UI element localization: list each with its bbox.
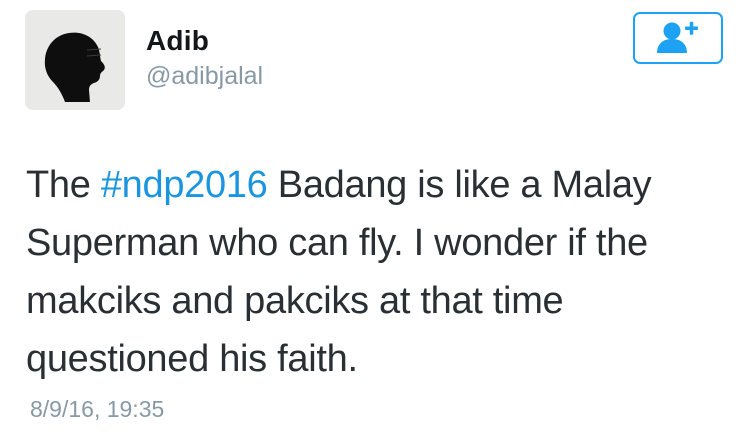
tweet-line-4: questioned his faith. [26, 338, 358, 380]
tweet-timestamp[interactable]: 8/9/16, 19:35 [30, 394, 164, 424]
avatar[interactable] [25, 10, 125, 110]
profile-silhouette-icon [25, 10, 125, 110]
user-handle[interactable]: @adibjalal [146, 60, 263, 92]
tweet-text-segment: The [26, 164, 101, 206]
hashtag-link[interactable]: #ndp2016 [101, 164, 268, 206]
tweet-card: Adib @adibjalal The #ndp2016 Badang is l… [0, 0, 750, 446]
tweet-line-1: The #ndp2016 Badang is like a Malay [26, 156, 726, 214]
tweet-text: The #ndp2016 Badang is like a Malay Supe… [26, 156, 726, 388]
follow-button[interactable] [633, 12, 723, 64]
tweet-text-segment: Badang is like a Malay [267, 164, 652, 206]
display-name[interactable]: Adib [146, 24, 263, 58]
tweet-line-2: Superman who can fly. I wonder if the [26, 222, 648, 264]
tweet-line-3: makciks and pakciks at that time [26, 280, 564, 322]
user-info: Adib @adibjalal [146, 24, 263, 92]
follow-person-plus-icon [657, 21, 698, 53]
